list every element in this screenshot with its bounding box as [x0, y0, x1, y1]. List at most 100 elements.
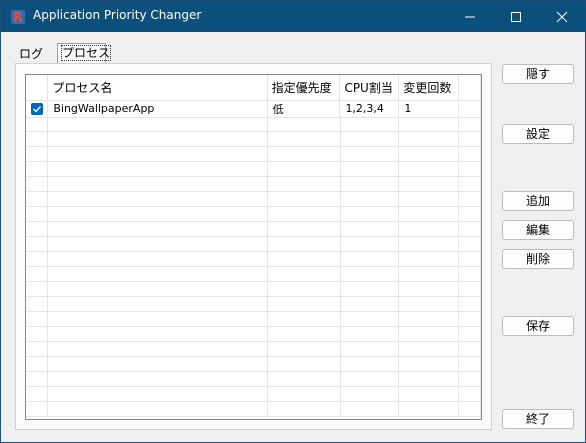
app-logo-icon: R: [11, 10, 25, 25]
row-checkbox[interactable]: [30, 103, 43, 115]
empty-row: [26, 401, 481, 417]
empty-cell: [340, 401, 400, 417]
empty-cell: [458, 386, 481, 402]
empty-cell: [398, 371, 460, 387]
empty-row: [26, 116, 481, 132]
tab-log[interactable]: ログ: [15, 45, 51, 64]
empty-row: [26, 206, 481, 222]
cell-count: 1: [398, 100, 460, 118]
empty-cell: [267, 371, 341, 387]
empty-cell: [340, 326, 400, 342]
empty-cell: [458, 206, 481, 222]
empty-cell: [267, 386, 341, 402]
empty-cell: [26, 401, 49, 417]
settings-button[interactable]: 設定: [502, 124, 574, 144]
empty-cell: [267, 326, 341, 342]
empty-cell: [47, 116, 269, 132]
empty-cell: [267, 236, 341, 252]
empty-cell: [458, 296, 481, 312]
empty-cell: [267, 251, 341, 267]
minimize-button[interactable]: [447, 1, 493, 32]
close-button[interactable]: [539, 1, 585, 32]
empty-cell: [47, 191, 269, 207]
empty-row: [26, 251, 481, 267]
empty-cell: [47, 326, 269, 342]
empty-row: [26, 296, 481, 312]
empty-row: [26, 131, 481, 147]
cell-filler: [458, 100, 481, 118]
empty-cell: [340, 221, 400, 237]
empty-cell: [47, 401, 269, 417]
empty-row: [26, 191, 481, 207]
empty-cell: [267, 356, 341, 372]
title-bar[interactable]: R Application Priority Changer: [1, 1, 585, 32]
edit-button[interactable]: 編集: [502, 220, 574, 240]
empty-cell: [267, 146, 341, 162]
empty-cell: [398, 341, 460, 357]
empty-cell: [340, 386, 400, 402]
header-process-name[interactable]: プロセス名: [47, 75, 268, 101]
delete-button[interactable]: 削除: [502, 249, 574, 269]
empty-cell: [26, 356, 49, 372]
empty-cell: [26, 266, 49, 282]
empty-row: [26, 386, 481, 402]
empty-cell: [267, 221, 341, 237]
empty-cell: [340, 371, 400, 387]
header-cpu[interactable]: CPU割当: [339, 75, 400, 101]
process-table: プロセス名 指定優先度 CPU割当 変更回数 BingWallpaperApp …: [26, 75, 481, 118]
maximize-icon: [511, 11, 521, 22]
process-grid[interactable]: プロセス名 指定優先度 CPU割当 変更回数 BingWallpaperApp …: [25, 74, 482, 420]
tab-process-label: プロセス: [60, 45, 112, 61]
empty-cell: [398, 221, 460, 237]
empty-row: [26, 221, 481, 237]
empty-cell: [26, 146, 49, 162]
empty-cell: [398, 356, 460, 372]
empty-cell: [47, 281, 269, 297]
empty-cell: [458, 281, 481, 297]
empty-cell: [340, 191, 400, 207]
empty-cell: [340, 236, 400, 252]
empty-cell: [26, 131, 49, 147]
empty-cell: [458, 131, 481, 147]
save-button[interactable]: 保存: [502, 316, 574, 336]
exit-button[interactable]: 終了: [502, 409, 574, 429]
empty-row: [26, 311, 481, 327]
empty-cell: [47, 341, 269, 357]
empty-cell: [47, 296, 269, 312]
cell-cpu: 1,2,3,4: [339, 100, 400, 118]
empty-cell: [267, 266, 341, 282]
header-filler: [458, 75, 481, 101]
svg-text:R: R: [13, 11, 23, 25]
empty-cell: [458, 356, 481, 372]
add-button[interactable]: 追加: [502, 191, 574, 211]
empty-row: [26, 161, 481, 177]
empty-cell: [267, 131, 341, 147]
empty-cell: [340, 341, 400, 357]
tab-process[interactable]: プロセス: [57, 43, 112, 63]
empty-cell: [340, 296, 400, 312]
table-row[interactable]: BingWallpaperApp 低 1,2,3,4 1: [26, 100, 481, 118]
empty-cell: [340, 356, 400, 372]
header-count[interactable]: 変更回数: [398, 75, 460, 101]
maximize-button[interactable]: [493, 1, 539, 32]
empty-cell: [340, 131, 400, 147]
empty-cell: [398, 161, 460, 177]
empty-cell: [267, 401, 341, 417]
empty-row: [26, 146, 481, 162]
app-window: R Application Priority Changer ログ プロセス プ…: [0, 0, 586, 443]
empty-cell: [26, 176, 49, 192]
header-check-cell: [26, 75, 49, 101]
header-priority[interactable]: 指定優先度: [267, 75, 341, 101]
checkmark-icon: [32, 106, 41, 113]
empty-cell: [26, 251, 49, 267]
empty-cell: [47, 236, 269, 252]
empty-cell: [267, 176, 341, 192]
cell-priority: 低: [267, 100, 341, 118]
empty-cell: [398, 251, 460, 267]
window-title: Application Priority Changer: [33, 8, 202, 22]
hide-button[interactable]: 隠す: [502, 64, 574, 84]
empty-cell: [26, 191, 49, 207]
empty-cell: [398, 176, 460, 192]
empty-rows: [26, 116, 481, 417]
empty-cell: [398, 206, 460, 222]
